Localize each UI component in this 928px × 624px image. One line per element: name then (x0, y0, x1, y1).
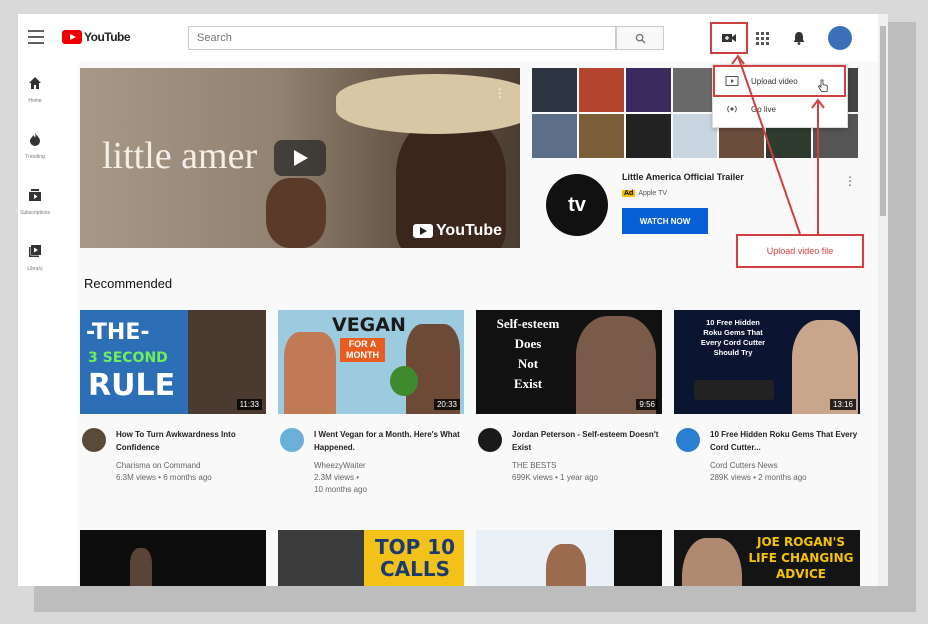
video-thumbnail[interactable] (476, 530, 662, 586)
recommended-heading: Recommended (84, 276, 173, 291)
screenshot-shadow-right (888, 22, 916, 594)
video-thumbnail[interactable]: Self-esteem Does Not Exist 9:56 (476, 310, 662, 414)
channel-avatar[interactable] (82, 428, 106, 452)
video-thumbnail[interactable]: VEGAN FOR A MONTH 20:33 (278, 310, 464, 414)
video-title[interactable]: 10 Free Hidden Roku Gems That Every Cord… (710, 428, 860, 454)
video-duration: 9:56 (636, 399, 658, 410)
youtube-window: YouTube Home Trending Subscript (18, 14, 888, 586)
thumbnail-text: TOP 10 CALLS (374, 535, 456, 581)
video-stats: 2.3M views • (314, 473, 360, 482)
video-duration: 13:16 (829, 399, 856, 410)
thumbnail-figure (278, 530, 364, 586)
channel-avatar[interactable] (676, 428, 700, 452)
video-stats: 6.3M views • 6 months ago (116, 473, 212, 482)
video-title[interactable]: I Went Vegan for a Month. Here's What Ha… (314, 428, 464, 454)
video-stats: 289K views • 2 months ago (710, 473, 807, 482)
video-thumbnail[interactable]: 10 Free Hidden Roku Gems That Every Cord… (674, 310, 860, 414)
thumbnail-text: 10 Free Hidden (706, 318, 760, 327)
video-meta: Charisma on Command 6.3M views • 6 month… (116, 460, 266, 484)
thumbnail-text: MONTH (346, 350, 379, 360)
channel-name[interactable]: Cord Cutters News (710, 460, 860, 472)
thumbnail-text-block: Self-esteem Does Not Exist (480, 314, 576, 394)
video-thumbnail[interactable] (80, 530, 266, 586)
video-duration: 11:33 (236, 399, 262, 410)
thumbnail-figure (130, 548, 152, 586)
annotation-callout: Upload video file (736, 234, 864, 268)
video-title[interactable]: How To Turn Awkwardness Into Confidence (116, 428, 266, 454)
video-title[interactable]: Jordan Peterson - Self-esteem Doesn't Ex… (512, 428, 662, 454)
video-stats: 699K views • 1 year ago (512, 473, 598, 482)
thumbnail-figure (694, 380, 774, 400)
channel-name[interactable]: Charisma on Command (116, 460, 266, 472)
channel-avatar[interactable] (280, 428, 304, 452)
thumbnail-text: -THE- (86, 320, 150, 345)
thumbnail-text: Not (517, 356, 539, 371)
video-duration: 20:33 (433, 399, 460, 410)
video-stats: 10 months ago (314, 485, 367, 494)
screenshot-shadow-bottom (34, 586, 916, 612)
video-meta: THE BESTS 699K views • 1 year ago (512, 460, 662, 484)
thumbnail-text: FOR A (348, 339, 377, 349)
thumbnail-text: Should Try (713, 348, 753, 357)
thumbnail-text-block: 10 Free Hidden Roku Gems That Every Cord… (678, 318, 788, 358)
channel-name[interactable]: THE BESTS (512, 460, 662, 472)
video-thumbnail[interactable]: -THE- 3 SECOND RULE 11:33 (80, 310, 266, 414)
thumbnail-figure (614, 530, 662, 586)
video-meta: WheezyWaiter 2.3M views • 10 months ago (314, 460, 464, 496)
thumbnail-figure (682, 538, 742, 586)
thumbnail-text: VEGAN (332, 314, 406, 336)
thumbnail-label: FOR A MONTH (340, 338, 385, 362)
scrollbar[interactable] (878, 14, 888, 586)
scrollbar-thumb[interactable] (880, 26, 886, 216)
video-thumbnail[interactable]: TOP 10 CALLS (278, 530, 464, 586)
channel-avatar[interactable] (478, 428, 502, 452)
thumbnail-figure (546, 544, 586, 586)
thumbnail-figure (284, 332, 336, 414)
annotation-arrows (731, 54, 825, 235)
video-meta: Cord Cutters News 289K views • 2 months … (710, 460, 860, 484)
thumbnail-text: Does (514, 336, 542, 351)
thumbnail-text: JOE ROGAN'S LIFE CHANGING ADVICE (748, 535, 854, 581)
thumbnail-text: Roku Gems That (703, 328, 763, 337)
thumbnail-text: Self-esteem (496, 316, 560, 331)
thumbnail-text: 3 SECOND (88, 350, 168, 366)
thumbnail-text: RULE (88, 368, 176, 403)
channel-name[interactable]: WheezyWaiter (314, 460, 464, 472)
thumbnail-text: Every Cord Cutter (700, 338, 766, 347)
thumbnail-text: Exist (513, 376, 543, 391)
video-thumbnail[interactable]: JOE ROGAN'S LIFE CHANGING ADVICE (674, 530, 860, 586)
thumbnail-figure (390, 366, 418, 396)
